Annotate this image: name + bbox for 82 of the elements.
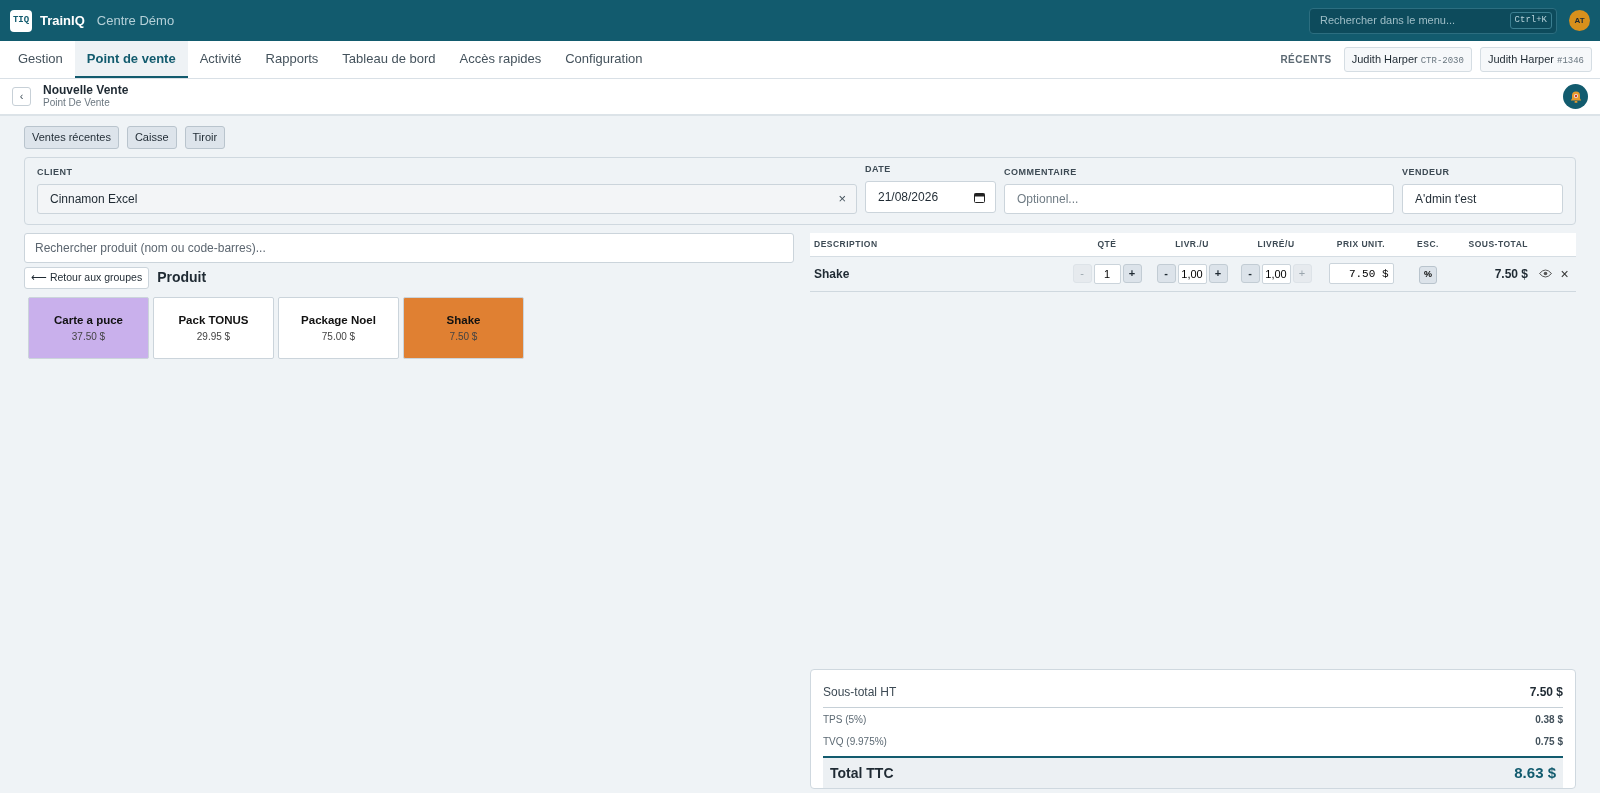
group-title: Produit	[157, 268, 207, 288]
total-label: Sous-total HT	[823, 683, 897, 701]
date-field[interactable]: 21/08/2026	[865, 181, 996, 213]
nav-tab[interactable]: Rapports	[253, 41, 331, 78]
page-title: Nouvelle Vente	[43, 83, 129, 98]
nav-tab[interactable]: Point de vente	[74, 41, 188, 78]
quantity-field[interactable]: 1,00	[1261, 263, 1291, 284]
field-label: VENDEUR	[1402, 165, 1451, 179]
comment-field[interactable]: Optionnel...	[1004, 184, 1394, 214]
action-button[interactable]: Tiroir	[184, 126, 226, 149]
decrement-button[interactable]: -	[1240, 264, 1260, 283]
total-value: 0.38 $	[1535, 712, 1563, 727]
column-header: QTÉ	[1064, 233, 1150, 256]
column-header: ESC.	[1404, 233, 1452, 256]
action-button[interactable]: Caisse	[126, 126, 177, 149]
menu-search-field[interactable]: Rechercher dans le menu... Ctrl+K	[1309, 7, 1557, 34]
nav-tab[interactable]: Accès rapides	[447, 41, 554, 78]
total-value: 0.75 $	[1535, 734, 1563, 749]
product-name: Shake	[446, 312, 481, 328]
field-label: CLIENT	[37, 165, 74, 179]
discount-button[interactable]: %	[1419, 266, 1437, 284]
client-field[interactable]: Cinnamon Excel ×	[37, 184, 857, 214]
item-description: Shake	[814, 266, 850, 281]
total-value: 7.50 $	[1529, 683, 1563, 701]
column-header: PRIX UNIT.	[1318, 233, 1404, 256]
page-subtitle: Point De Vente	[43, 97, 111, 110]
menu-search-input[interactable]: Rechercher dans le menu...	[1318, 11, 1510, 30]
comment-input[interactable]: Optionnel...	[1015, 189, 1383, 209]
column-header: SOUS-TOTAL	[1452, 233, 1532, 256]
product-tile[interactable]: Shake 7.50 $	[403, 296, 524, 359]
user-avatar[interactable]: AT	[1569, 10, 1590, 31]
action-button[interactable]: Ventes récentes	[24, 126, 119, 149]
seller-input[interactable]: A'dmin t'est	[1413, 189, 1552, 209]
seller-field[interactable]: A'dmin t'est	[1402, 184, 1563, 214]
column-header: DESCRIPTION	[810, 233, 1064, 256]
product-tile[interactable]: Carte a puce 37.50 $	[28, 296, 149, 359]
unit-price-field[interactable]: 7.50 $	[1328, 263, 1394, 285]
product-price: 7.50 $	[449, 329, 478, 344]
total-label: TPS (5%)	[823, 712, 867, 727]
calendar-icon	[974, 191, 985, 203]
nav-tab[interactable]: Gestion	[6, 41, 75, 78]
center-name: Centre Démo	[96, 11, 175, 30]
product-price: 37.50 $	[71, 329, 106, 344]
total-value: 8.63 $	[1514, 762, 1556, 783]
brand-name: TrainIQ	[40, 11, 85, 30]
client-input[interactable]: Cinnamon Excel	[48, 189, 839, 209]
total-label: TVQ (9.975%)	[823, 734, 887, 749]
back-to-groups-button[interactable]: ⟵ Retour aux groupes	[24, 267, 150, 289]
column-header: LIVR./U	[1150, 233, 1234, 256]
quantity-field[interactable]: 1	[1093, 263, 1121, 284]
field-label: DATE	[865, 162, 892, 176]
field-label: COMMENTAIRE	[1004, 165, 1078, 179]
product-name: Pack TONUS	[178, 312, 249, 328]
date-input[interactable]: 21/08/2026	[876, 187, 974, 207]
item-subtotal: 7.50 $	[1494, 266, 1528, 281]
notification-button[interactable]	[1563, 84, 1588, 109]
product-price: 29.95 $	[196, 329, 231, 344]
increment-button[interactable]: +	[1122, 264, 1142, 283]
product-tile[interactable]: Pack TONUS 29.95 $	[153, 296, 274, 359]
product-name: Package Noel	[301, 312, 376, 328]
column-header: LIVRÉ/U	[1234, 233, 1318, 256]
eye-icon[interactable]	[1539, 269, 1553, 278]
product-name: Carte a puce	[54, 312, 123, 328]
total-label: Total TTC	[830, 763, 894, 783]
app-logo: TIQ	[10, 9, 32, 32]
quantity-field[interactable]: 1,00	[1177, 263, 1207, 284]
nav-tab[interactable]: Configuration	[553, 41, 655, 78]
remove-button[interactable]: ×	[1560, 266, 1569, 281]
shortcut-key: Ctrl+K	[1509, 11, 1552, 30]
nav-tab[interactable]: Activité	[187, 41, 254, 78]
decrement-button[interactable]: -	[1156, 264, 1176, 283]
clear-button[interactable]: ×	[838, 189, 846, 209]
product-tile[interactable]: Package Noel 75.00 $	[278, 296, 399, 359]
back-button[interactable]: ‹	[12, 87, 31, 106]
recent-item[interactable]: Judith Harper CTR-2030	[1343, 46, 1472, 73]
recents-label: RÉCENTS	[1280, 52, 1332, 67]
recent-item[interactable]: Judith Harper #1346	[1479, 46, 1592, 73]
nav-tab[interactable]: Tableau de bord	[330, 41, 448, 78]
product-search-field[interactable]: Rechercher produit (nom ou code-barres)...	[24, 233, 794, 263]
bell-icon	[1568, 89, 1583, 104]
product-price: 75.00 $	[321, 329, 356, 344]
increment-button[interactable]: +	[1208, 264, 1228, 283]
